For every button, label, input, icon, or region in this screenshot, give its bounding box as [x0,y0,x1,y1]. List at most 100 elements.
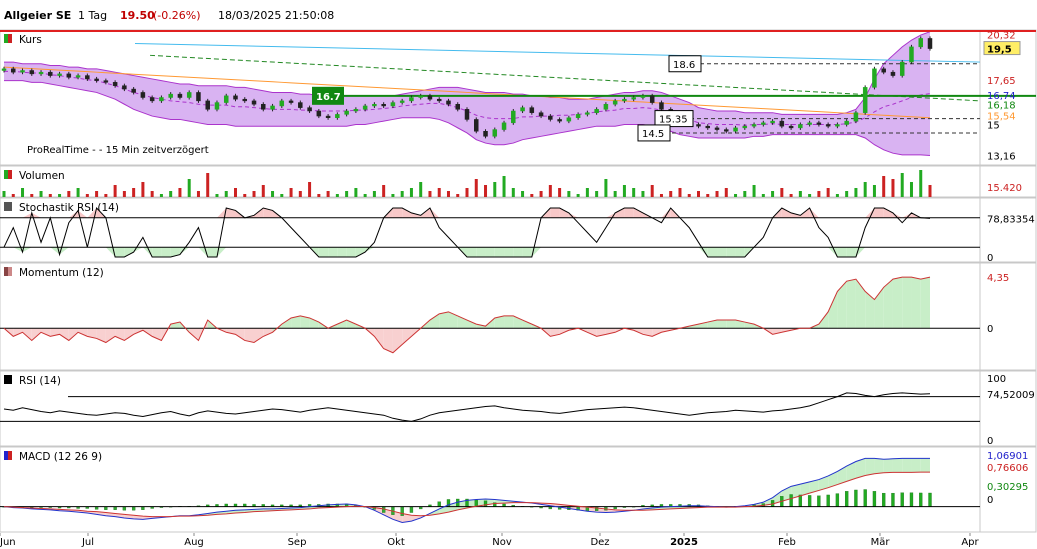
volume-bar [872,185,876,197]
volume-bar [354,188,358,197]
candle-body [436,98,442,102]
time-axis: Jun Jul Aug Sep Okt Nov Dez 2025 Feb Mär Apr [0,533,1037,549]
momentum-panel-icon-b [8,267,12,276]
time-axis-label: Apr [961,537,979,548]
candle-body [205,100,210,110]
price-panel-icon-b [8,34,12,43]
candle-body [233,95,238,100]
macd-fill [865,458,875,476]
momentum-fill [726,320,736,329]
candle-body [186,92,192,98]
macd-fill [911,458,921,473]
candle-body [48,71,53,76]
macd-histogram-bar [817,495,821,507]
stochrsi-oversold-fill [328,247,338,257]
chart-canvas: Kurs 16.7 18.6 15.35 14.5 ProRealTime - - 15 … [0,29,1037,549]
volume-bar [650,185,654,197]
volume-bar [261,185,265,197]
candle-body [66,73,72,78]
volume-bar [798,191,802,197]
candle-body [1,68,7,71]
macd-scale-label: 0 [987,495,993,506]
candle-body [761,122,766,125]
momentum-fill [846,279,856,329]
volume-bar [113,185,117,197]
time-axis-label: Nov [492,537,512,548]
candle-body [140,92,146,98]
rsi-panel-icon-a [4,375,8,384]
candle-body [566,117,572,122]
candle-body [362,105,368,110]
stochrsi-panel-icon-a [4,202,8,211]
candle-body [372,104,377,107]
candle-body [11,68,16,73]
candle-body [640,95,646,98]
volume-bar [317,194,321,197]
candle-body [872,68,877,88]
candle-body [381,104,386,107]
volume-bar [2,191,6,197]
volume-bar [169,191,173,197]
volume-bar [530,194,534,197]
volume-bar [382,185,386,197]
volume-bar [548,185,552,197]
volume-bar [826,188,830,197]
volume-bar [363,194,367,197]
volume-bar [761,194,765,197]
volume-bar [419,182,423,197]
macd-fill [883,458,893,473]
volume-bar [39,191,43,197]
macd-histogram-bar [845,491,849,507]
candle-body [612,100,618,105]
time-axis-label: Okt [387,537,405,548]
stochrsi-oversold-fill [726,247,736,257]
annotation-label: 16.7 [316,92,341,103]
candle-body [270,105,275,110]
macd-fill [920,458,930,473]
candle-body [575,114,581,118]
candle-body [325,115,331,118]
candle-body [279,100,285,107]
candle-body [149,97,155,102]
volume-scale-label: 15.420 [987,183,1022,194]
volume-bar [808,194,812,197]
rsi-panel-icon-b [8,375,12,384]
volume-bar [734,194,738,197]
candle-body [603,104,609,110]
momentum-scale-label: 0 [987,324,993,335]
candle-body [307,107,312,112]
macd-histogram-bar [131,506,136,511]
momentum-fill [717,320,727,329]
stochrsi-oversold-fill [707,247,718,257]
volume-bar [697,191,700,197]
candle-body [538,112,544,117]
volume-bar [67,191,71,197]
momentum-scale-label: 4,35 [987,273,1009,284]
candle-body [85,75,90,80]
volume-bar [409,188,413,197]
volume-bar [391,194,395,197]
candle-body [927,38,933,49]
volume-bar [58,194,62,197]
stochrsi-oversold-fill [735,247,745,257]
volume-bar [919,170,923,197]
volume-bar [206,173,210,197]
candle-body [261,104,266,110]
macd-histogram-bar [409,506,414,513]
volume-bar [132,188,136,197]
rsi-scale-label: 0 [987,436,993,447]
volume-bar [474,179,478,197]
volume-bar [215,194,219,197]
candle-body [659,102,664,110]
volume-bar [493,182,497,197]
rsi-scale-label: 74,52009 [987,390,1035,401]
candle-body [825,124,831,127]
volume-bar [335,194,339,197]
volume-bar [224,191,228,197]
volume-panel: Volumen 15.420 [0,165,1037,198]
macd-histogram-bar [872,491,877,507]
candle-body [112,82,118,86]
candle-body [705,125,711,129]
price-panel-title: Kurs [19,34,42,46]
volume-bar [21,188,25,197]
